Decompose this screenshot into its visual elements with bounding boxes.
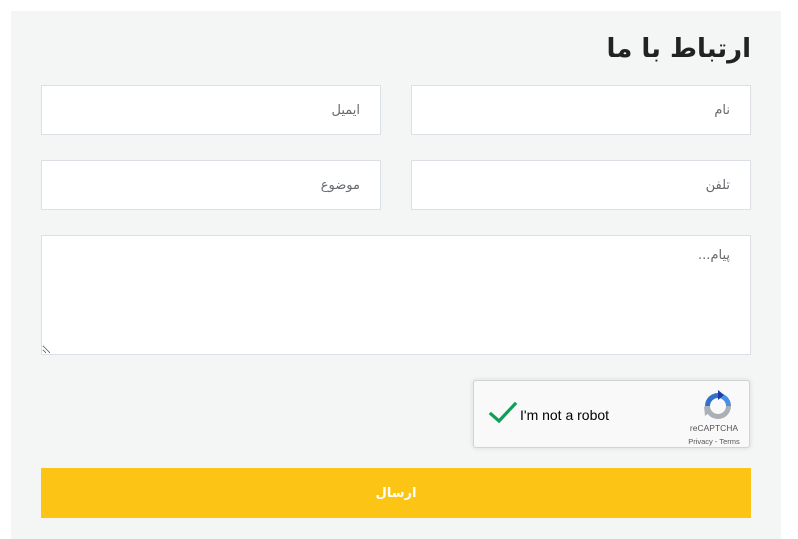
recaptcha-label: I'm not a robot (520, 407, 610, 423)
recaptcha-privacy-link[interactable]: Privacy (688, 437, 713, 446)
recaptcha-terms-link[interactable]: Terms (719, 437, 739, 446)
recaptcha-logo-icon (704, 390, 731, 419)
form-title: ارتباط با ما (606, 34, 751, 64)
phone-input[interactable] (411, 160, 751, 210)
recaptcha-terms-links: Privacy - Terms (678, 437, 750, 446)
recaptcha-checkmark-icon[interactable] (488, 401, 518, 425)
recaptcha-widget: I'm not a robot reCAPTCHA Privacy - Term… (473, 380, 750, 448)
message-textarea[interactable] (41, 235, 751, 355)
submit-button[interactable]: ارسال (41, 468, 751, 518)
recaptcha-brand: reCAPTCHA (689, 423, 739, 433)
subject-input[interactable] (41, 160, 381, 210)
email-input[interactable] (41, 85, 381, 135)
name-input[interactable] (411, 85, 751, 135)
